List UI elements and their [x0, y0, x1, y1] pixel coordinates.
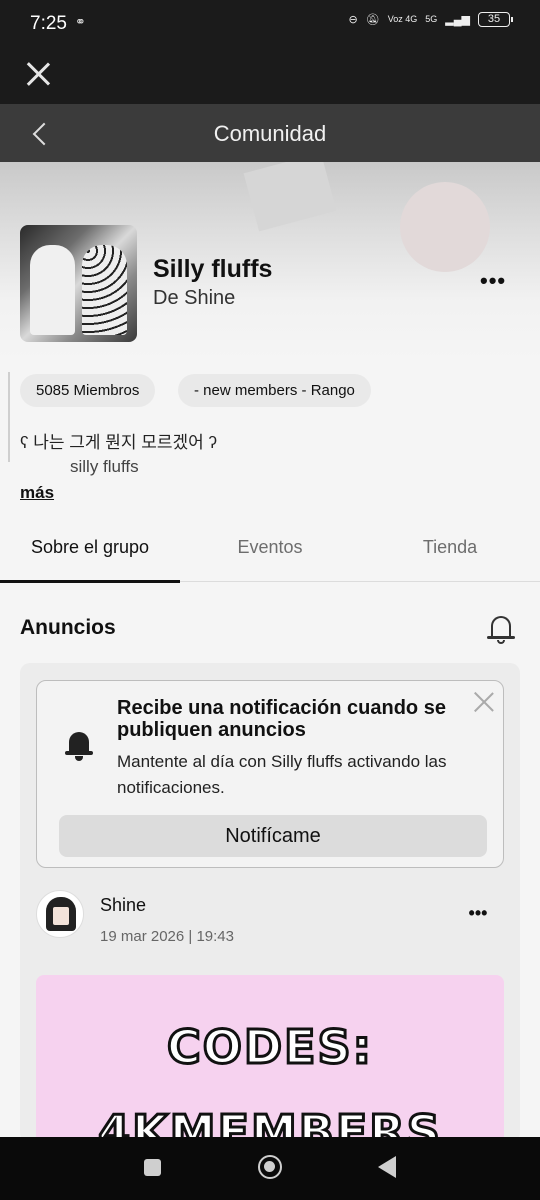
notification-title: Recibe una notificación cuando se publiq… [117, 697, 446, 741]
notify-me-button[interactable]: Notifícame [59, 815, 487, 857]
recents-icon[interactable] [144, 1159, 161, 1176]
nav-header: Comunidad [0, 104, 540, 162]
members-chip[interactable]: 5085 Miembros [20, 374, 156, 407]
system-nav-bar [0, 1137, 540, 1200]
signal-bars-icon: ▂▄▆ [445, 14, 470, 26]
status-icons: ⊖ 🔕︎ Voz 4G 5G ▂▄▆ 35 [348, 12, 513, 27]
avatar-figure [82, 245, 127, 335]
battery-icon: 35 [478, 12, 513, 27]
description-line: ʕ 나는 그게 뭔지 모르겠어 ʔ [20, 433, 218, 452]
post-image-text: CODES: [166, 1019, 373, 1076]
post-more-options-icon[interactable]: ••• [466, 903, 490, 924]
notification-prompt: Recibe una notificación cuando se publiq… [36, 680, 504, 868]
community-owner[interactable]: De Shine [153, 287, 235, 310]
tab-bar: Sobre el grupo Eventos Tienda [0, 520, 540, 583]
link-icon: ⚭ [75, 14, 86, 29]
avatar-figure [30, 245, 75, 335]
status-time: 7:25 [30, 13, 67, 34]
rank-chip[interactable]: - new members - Rango [178, 374, 371, 407]
community-name: Silly fluffs [153, 255, 273, 283]
post-author[interactable]: Shine [100, 895, 146, 916]
tab-about[interactable]: Sobre el grupo [0, 520, 180, 583]
section-title: Anuncios [20, 616, 116, 639]
tab-store[interactable]: Tienda [360, 520, 540, 582]
avatar[interactable] [36, 890, 84, 938]
banner-decoration [400, 182, 490, 272]
notification-body: Mantente al día con Silly fluffs activan… [117, 752, 447, 797]
banner-decoration [243, 162, 337, 232]
signal-label: 5G [425, 14, 438, 24]
description-rule [8, 372, 10, 462]
network-label: Voz 4G [387, 14, 418, 24]
bell-icon[interactable] [486, 612, 516, 646]
mute-icon: 🔕︎ [365, 14, 380, 26]
community-avatar[interactable] [20, 225, 137, 342]
back-icon[interactable] [378, 1156, 396, 1178]
more-link[interactable]: más [20, 483, 54, 503]
post-date: 19 mar 2026 | 19:43 [100, 928, 234, 945]
more-options-icon[interactable]: ••• [480, 270, 506, 296]
home-icon[interactable] [258, 1155, 282, 1179]
post-image[interactable]: CODES: 4KMEMBERS [36, 975, 504, 1145]
page-title: Comunidad [213, 121, 327, 146]
status-bar: 7:25 ⚭ ⊖ 🔕︎ Voz 4G 5G ▂▄▆ 35 [0, 0, 540, 48]
description-line: silly fluffs [70, 457, 139, 476]
bell-filled-icon [65, 729, 93, 763]
tab-events[interactable]: Eventos [180, 520, 360, 582]
hotspot-icon: ⊖ [348, 14, 358, 26]
close-icon[interactable] [22, 58, 54, 90]
close-bar [0, 48, 540, 104]
